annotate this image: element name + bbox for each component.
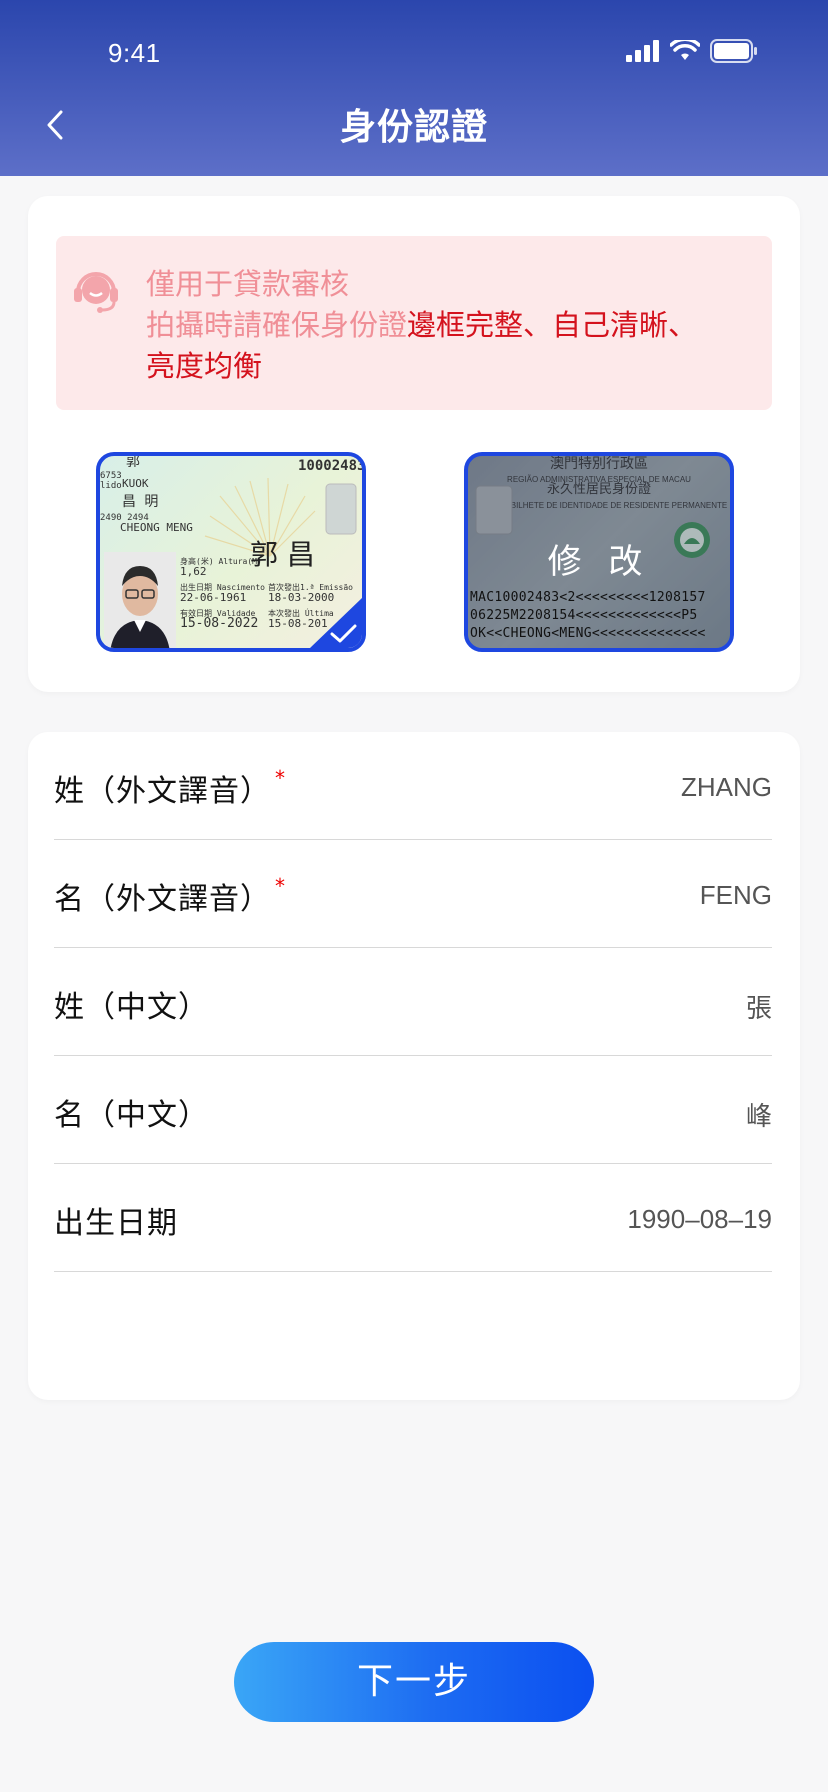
- form-row-surname-chinese[interactable]: 姓（中文） 張: [54, 948, 772, 1056]
- mrz-line-2: 06225M2208154<<<<<<<<<<<<<P5: [470, 608, 698, 623]
- header: 9:41 身份認證: [0, 0, 828, 176]
- edit-photo-label[interactable]: 修 改: [468, 534, 730, 583]
- selected-check-icon: [310, 598, 362, 648]
- id-card-front-thumbnail[interactable]: 10002483 郭 6753 lido KUOK 昌 明 2490 2494 …: [96, 452, 366, 652]
- form-label: 名（外文譯音） *: [54, 874, 286, 918]
- mrz-line-3: OK<<CHEONG<MENG<<<<<<<<<<<<<<: [470, 626, 706, 641]
- info-form-card: 姓（外文譯音） * ZHANG 名（外文譯音） * FENG 姓（中文） 張 名（中…: [28, 732, 800, 1400]
- given-name-chinese-value[interactable]: 峰: [746, 1096, 772, 1133]
- given-cn: 昌 明: [122, 494, 159, 510]
- surname-pt: KUOK: [122, 477, 149, 490]
- surname-foreign-value[interactable]: ZHANG: [681, 772, 772, 803]
- status-time: 9:41: [108, 38, 161, 68]
- battery-icon: [710, 39, 757, 63]
- mrz-line-1: MAC10002483<2<<<<<<<<<1208157: [470, 590, 706, 605]
- given-name-foreign-value[interactable]: FENG: [700, 880, 772, 911]
- required-mark: *: [275, 766, 286, 790]
- cellular-signal-icon: [626, 40, 659, 62]
- notice-line3: 亮度均衡: [146, 349, 263, 383]
- notice-line2-emphasis: 邊框完整、自己清晰、: [407, 308, 698, 342]
- form-label: 姓（外文譯音） *: [54, 766, 286, 810]
- signature: 郭 昌: [250, 538, 315, 571]
- required-mark: *: [275, 874, 286, 898]
- id-card-back-thumbnail[interactable]: 澳門特別行政區 REGIÃO ADMINISTRATIVA ESPECIAL D…: [464, 452, 734, 652]
- form-label-text: 姓（外文譯音）: [54, 774, 271, 809]
- form-label: 名（中文）: [54, 1098, 209, 1133]
- apelido-label: lido: [100, 481, 122, 491]
- form-label: 姓（中文）: [54, 990, 209, 1025]
- notice-text: 僅用于貸款審核 拍攝時請確保身份證邊框完整、自己清晰、 亮度均衡: [146, 264, 756, 387]
- notice-line2-prefix: 拍攝時請確保身份證: [146, 308, 408, 342]
- surname-cn: 郭: [126, 454, 140, 470]
- form-label-text: 名（外文譯音）: [54, 882, 271, 917]
- height-value: 1,62: [180, 565, 207, 578]
- customer-service-icon: [74, 272, 118, 313]
- id-photo: [104, 552, 176, 648]
- status-icons: [626, 38, 758, 64]
- form-row-given-name-foreign[interactable]: 名（外文譯音） * FENG: [54, 840, 772, 948]
- form-row-surname-foreign[interactable]: 姓（外文譯音） * ZHANG: [54, 732, 772, 840]
- id-number: 10002483: [298, 458, 366, 474]
- page-title: 身份認證: [339, 107, 488, 148]
- form-row-given-name-chinese[interactable]: 名（中文） 峰: [54, 1056, 772, 1164]
- surname-chinese-value[interactable]: 張: [746, 988, 772, 1025]
- given-pt: CHEONG MENG: [120, 521, 193, 534]
- notice-line1: 僅用于貸款審核: [146, 267, 350, 301]
- date-of-birth-value[interactable]: 1990–08–19: [627, 1204, 772, 1235]
- dob-value: 22-06-1961: [180, 591, 247, 604]
- notice-line2: 拍攝時請確保身份證邊框完整、自己清晰、: [146, 305, 756, 346]
- form-label: 出生日期: [54, 1206, 178, 1241]
- person-portrait-icon: [104, 552, 176, 648]
- validity-value: 15-08-2022: [180, 616, 259, 631]
- wifi-icon: [670, 40, 700, 60]
- form-row-date-of-birth[interactable]: 出生日期 1990–08–19: [54, 1164, 772, 1272]
- id-upload-card: 僅用于貸款審核 拍攝時請確保身份證邊框完整、自己清晰、 亮度均衡 1000248…: [28, 196, 800, 692]
- notice-banner: 僅用于貸款審核 拍攝時請確保身份證邊框完整、自己清晰、 亮度均衡: [56, 236, 772, 410]
- next-step-button[interactable]: 下一步: [234, 1642, 594, 1722]
- mrz-text: MAC10002483<2<<<<<<<<<1208157 06225M22081…: [470, 589, 706, 643]
